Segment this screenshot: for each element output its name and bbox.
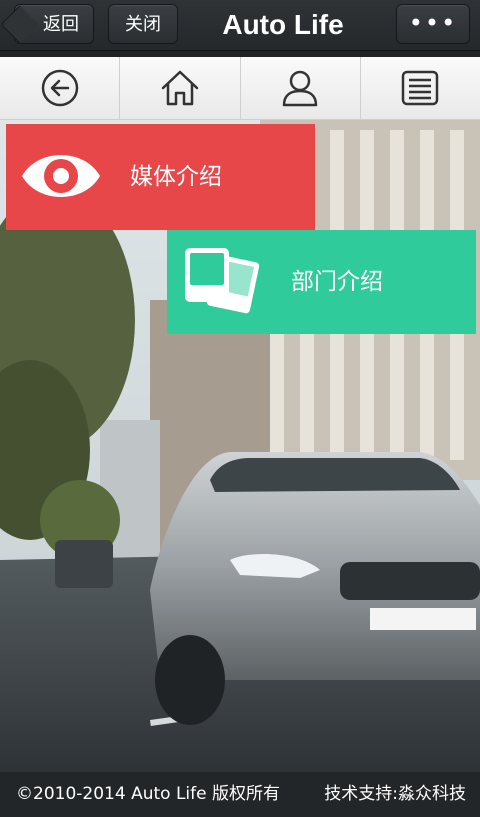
eye-icon: [22, 155, 100, 197]
photos-icon: [185, 248, 260, 314]
nav-bar: [0, 57, 480, 120]
nav-list[interactable]: [361, 57, 480, 119]
close-button-label: 关闭: [125, 14, 161, 35]
close-button[interactable]: 关闭: [108, 4, 178, 44]
home-icon: [161, 70, 199, 106]
back-arrow-icon: [41, 69, 78, 107]
back-button-label: 返回: [43, 14, 79, 35]
more-icon: •••: [408, 9, 458, 37]
title-bar: 返回 关闭 Auto Life •••: [0, 0, 480, 51]
department-intro-label: 部门介绍: [291, 269, 383, 295]
nav-home[interactable]: [120, 57, 241, 119]
nav-user[interactable]: [241, 57, 361, 119]
support-text: 技术支持:淼众科技: [324, 784, 466, 804]
department-intro-tile[interactable]: 部门介绍: [167, 230, 476, 334]
copyright-text: ©2010-2014 Auto Life 版权所有: [16, 784, 280, 804]
list-icon: [402, 70, 439, 106]
back-button[interactable]: 返回: [14, 4, 94, 44]
user-icon: [282, 70, 318, 107]
media-intro-tile[interactable]: 媒体介绍: [6, 124, 315, 230]
media-intro-label: 媒体介绍: [130, 164, 222, 190]
app-title: Auto Life: [222, 9, 344, 40]
footer: ©2010-2014 Auto Life 版权所有 技术支持:淼众科技: [0, 772, 480, 817]
more-button[interactable]: •••: [396, 4, 470, 44]
nav-back[interactable]: [0, 57, 121, 119]
